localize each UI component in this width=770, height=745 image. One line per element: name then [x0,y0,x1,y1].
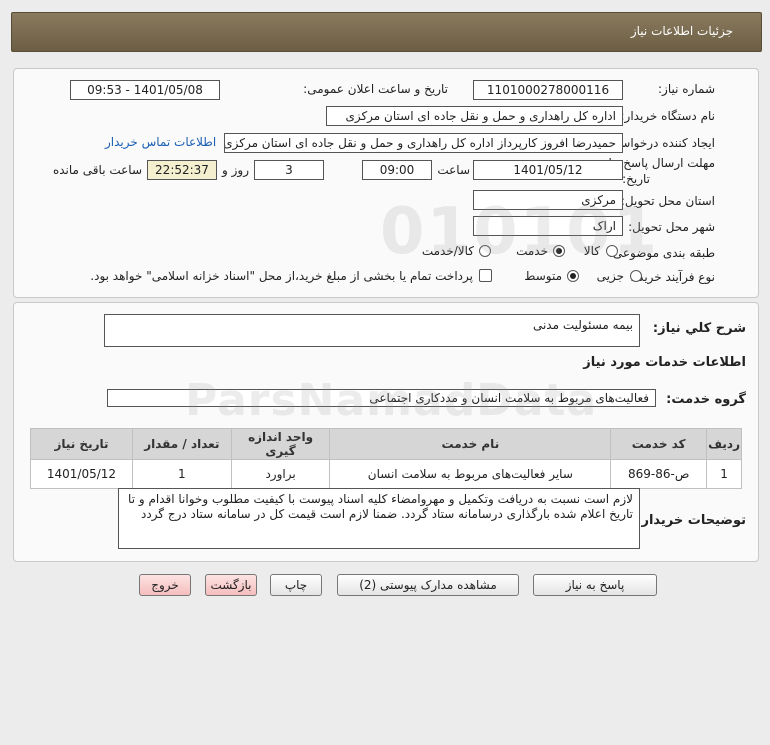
buyer-notes-label: توضیحات خریدار: [636,513,746,528]
summary-label: شرح کلي نياز: [652,321,746,336]
services-section-title: اطلاعات خدمات مورد نیاز [583,355,746,370]
buyer-contact-link[interactable]: اطلاعات تماس خریدار [105,135,216,149]
deadline-time-label: ساعت [437,163,470,177]
category-goods-service-label: کالا/خدمت [421,244,474,258]
service-group-label: گروه خدمت: [666,392,746,407]
cell-unit: براورد [230,459,331,489]
print-button[interactable]: چاپ [270,574,322,596]
process-minor-label: جزیی [596,269,624,283]
announce-datetime-field: 1401/05/08 - 09:53 [70,80,220,100]
page-title: جزئیات اطلاعات نیاز [630,24,733,38]
services-table-header: ردیف کد خدمت نام خدمت واحد اندازه گیری ت… [30,428,742,460]
category-goods-service-radio[interactable] [479,245,491,257]
days-label: روز و [222,163,249,177]
buyer-org-label: نام دستگاه خریدار: [620,109,716,123]
col-service-name: نام خدمت [329,428,612,460]
delivery-province-field: مرکزی [473,190,623,210]
delivery-city-label: شهر محل تحویل: [628,220,715,234]
delivery-province-label: استان محل تحویل: [620,194,715,208]
deadline-label: مهلت ارسال پاسخ: تا [608,156,715,170]
summary-field: بیمه مسئولیت مدنی [104,314,640,347]
deadline-date-field: 1401/05/12 [473,160,623,180]
cell-service-code: ص-86-869 [610,459,708,489]
services-table: ردیف کد خدمت نام خدمت واحد اندازه گیری ت… [30,428,742,489]
remaining-time-label: ساعت باقی مانده [52,163,142,177]
process-medium-radio[interactable] [567,270,579,282]
need-number-field: 1101000278000116 [473,80,623,100]
col-need-date: تاریخ نیاز [30,428,133,460]
cell-need-date: 1401/05/12 [30,459,133,489]
table-row: 1 ص-86-869 سایر فعالیت‌های مربوط به سلام… [30,459,742,489]
category-service-radio[interactable] [553,245,565,257]
deadline-date-label: تاریخ: [622,172,650,186]
treasury-payment-note: پرداخت تمام یا بخشی از مبلغ خرید،از محل … [90,269,473,283]
buyer-org-field: اداره کل راهداری و حمل و نقل جاده ای است… [326,106,623,126]
reply-to-need-button[interactable]: پاسخ به نیاز [533,574,657,596]
category-label: طبقه بندی موضوعی: [608,246,715,260]
category-goods-label: کالا [583,244,600,258]
page-header: جزئیات اطلاعات نیاز [11,12,762,52]
category-service-label: خدمت [516,244,548,258]
announce-datetime-label: تاریخ و ساعت اعلان عمومی: [303,82,448,96]
need-number-label: شماره نیاز: [658,82,715,96]
category-goods-radio[interactable] [606,245,618,257]
col-row-number: ردیف [706,428,742,460]
delivery-city-field: اراک [473,216,623,236]
process-type-label: نوع فرآیند خرید : [630,270,715,284]
service-group-field: فعالیت‌های مربوط به سلامت انسان و مددکار… [107,389,656,407]
col-service-code: کد خدمت [610,428,708,460]
request-creator-field: حمیدرضا افروز کارپرداز اداره کل راهداری … [224,133,623,153]
remaining-days-field: 3 [254,160,324,180]
cell-quantity: 1 [131,459,232,489]
process-minor-radio[interactable] [630,270,642,282]
cell-service-name: سایر فعالیت‌های مربوط به سلامت انسان [329,459,612,489]
col-unit: واحد اندازه گیری [230,428,331,460]
treasury-payment-checkbox[interactable] [479,269,492,282]
deadline-time-field: 09:00 [362,160,432,180]
process-medium-label: متوسط [524,269,562,283]
cell-row-number: 1 [706,459,742,489]
back-button[interactable]: بازگشت [205,574,257,596]
exit-button[interactable]: خروج [139,574,191,596]
buyer-notes-field: لازم است نسبت به دریافت وتکمیل و مهروامض… [118,488,640,549]
view-attachments-button[interactable]: مشاهده مدارک پیوستی (2) [337,574,519,596]
col-quantity: تعداد / مقدار [131,428,232,460]
remaining-time-field: 22:52:37 [147,160,217,180]
